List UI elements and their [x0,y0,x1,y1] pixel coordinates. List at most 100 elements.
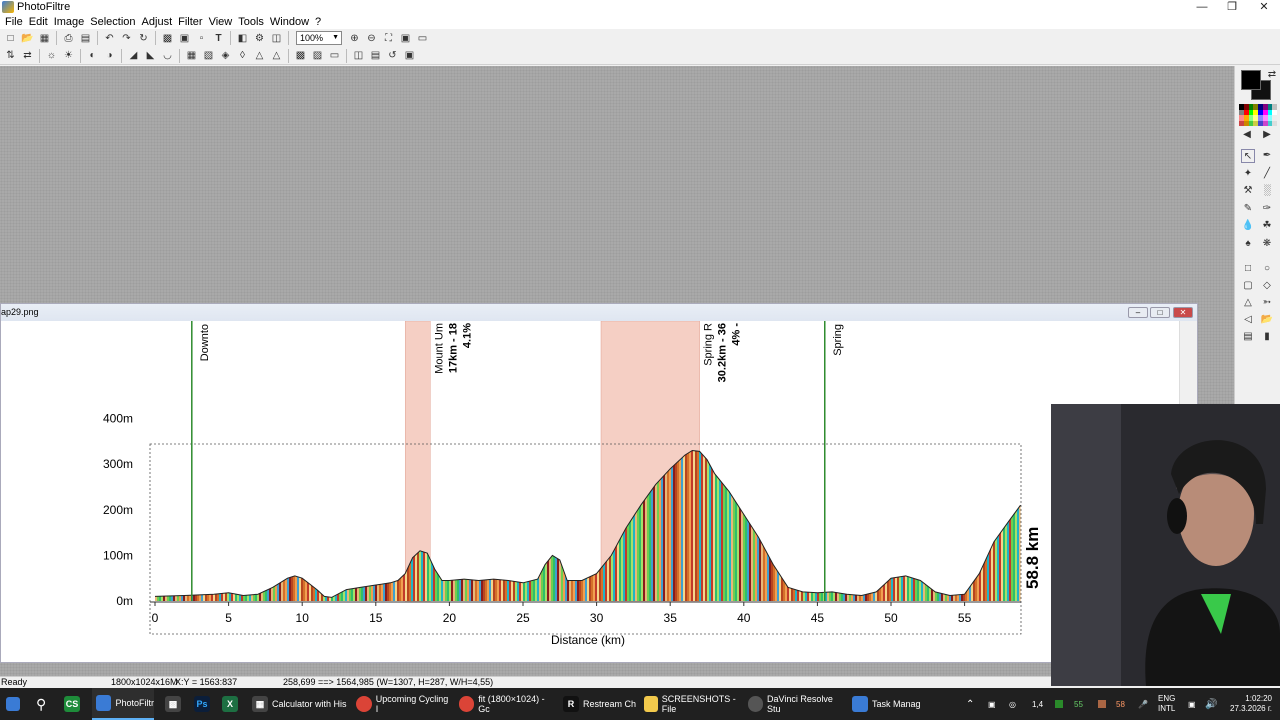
selection-options-icon[interactable]: ▤ [1241,330,1255,344]
rectangle-select-icon[interactable]: □ [1241,262,1255,276]
blur-tool-icon[interactable]: 💧 [1241,219,1255,233]
clock[interactable]: 1:02:20 27.3.2026 г. [1222,688,1272,720]
eyedropper-tool-icon[interactable]: ✒ [1260,149,1274,163]
auto-levels-icon[interactable]: ⇅ [2,48,19,64]
menu-help[interactable]: ? [312,16,324,28]
open-selection-icon[interactable]: 📂 [1260,313,1274,327]
foreground-color-swatch[interactable] [1241,70,1261,90]
rotate-icon[interactable]: ↺ [384,48,401,64]
flip-vertical-icon[interactable]: ▤ [367,48,384,64]
menu-selection[interactable]: Selection [87,16,138,28]
negative-icon[interactable]: ▭ [326,48,343,64]
zoom-select[interactable]: 100% ▼ [296,31,342,45]
blur-more-icon[interactable]: △ [268,48,285,64]
contrast-down-icon[interactable]: ◐ [84,48,101,64]
print-icon[interactable]: ⎙ [60,30,77,46]
minimize-button[interactable]: — [1186,0,1218,14]
zoom-in-icon[interactable]: ⊕ [346,30,363,46]
palette-next-icon[interactable]: ▶ [1260,128,1274,142]
repeat-icon[interactable]: ↻ [135,30,152,46]
start-button[interactable] [6,688,24,720]
clone-stamp-tool-icon[interactable]: ♠ [1241,237,1255,251]
taskbar-item-photoshop[interactable]: Ps [194,688,214,720]
brush-tool-icon[interactable]: ✎ [1241,202,1255,216]
window-icon[interactable]: ◫ [268,30,285,46]
taskbar-item-task-manager[interactable]: Task Manag [852,688,922,720]
grayscale-icon[interactable]: ▦ [183,48,200,64]
magic-wand-tool-icon[interactable]: ✦ [1241,167,1255,181]
fill-tool-icon[interactable]: ⚒ [1241,184,1255,198]
display-icon[interactable]: ▣ [1188,688,1196,720]
new-icon[interactable]: □ [2,30,19,46]
taskbar-item-calculator[interactable]: ▦ Calculator with His [252,688,348,720]
paste-icon[interactable]: ▣ [176,30,193,46]
volume-icon[interactable]: 🔊 [1205,688,1217,720]
menu-filter[interactable]: Filter [175,16,205,28]
paste-new-icon[interactable]: ▫ [193,30,210,46]
hue-icon[interactable]: ▨ [309,48,326,64]
taskbar-item-upcoming-cycling[interactable]: Upcoming Cycling I [356,688,452,720]
sharpen-more-icon[interactable]: △ [251,48,268,64]
plugin-icon[interactable]: ⚙ [251,30,268,46]
taskbar-item-excel[interactable]: X [222,688,242,720]
tray-network-icon[interactable]: ◎ [1009,688,1016,720]
rounded-rect-select-icon[interactable]: ▢ [1241,279,1255,293]
close-button[interactable]: ✕ [1248,0,1280,14]
lasso-select-icon[interactable]: ➳ [1260,296,1274,310]
smudge-tool-icon[interactable]: ☘ [1260,219,1274,233]
menu-image[interactable]: Image [51,16,88,28]
menu-edit[interactable]: Edit [26,16,51,28]
search-icon[interactable]: ⚲ [36,688,46,720]
saturation-down-icon[interactable]: ◢ [125,48,142,64]
swap-colors-icon[interactable]: ⇄ [1265,68,1279,82]
auto-contrast-icon[interactable]: ⇄ [19,48,36,64]
advanced-brush-tool-icon[interactable]: ✑ [1260,202,1274,216]
brightness-down-icon[interactable]: ☼ [43,48,60,64]
ellipse-select-icon[interactable]: ○ [1260,262,1274,276]
transform-icon[interactable]: ◧ [234,30,251,46]
menu-window[interactable]: Window [267,16,312,28]
brightness-up-icon[interactable]: ☀ [60,48,77,64]
fullscreen-icon[interactable]: ▭ [414,30,431,46]
palette-prev-icon[interactable]: ◀ [1240,128,1254,142]
csharp-app-button[interactable]: CS [64,688,84,720]
diamond-select-icon[interactable]: ◇ [1260,279,1274,293]
zoom-out-icon[interactable]: ⊖ [363,30,380,46]
image-canvas[interactable]: Downto Spring Mount Um 17km - 18 4.1% Spring … [1,321,1179,661]
sharpen-icon[interactable]: ◊ [234,48,251,64]
menu-view[interactable]: View [206,16,236,28]
image-minimize-button[interactable]: – [1128,307,1148,318]
pointer-tool-icon[interactable]: ↖ [1241,149,1255,163]
open-icon[interactable]: 📂 [19,30,36,46]
taskbar-item-restream[interactable]: R Restream Ch [563,688,637,720]
image-close-button[interactable]: ✕ [1173,307,1193,318]
sepia-icon[interactable]: ▧ [200,48,217,64]
image-window-title-bar[interactable]: ap29.png – □ ✕ [1,304,1197,321]
line-tool-icon[interactable]: ╱ [1260,167,1274,181]
triangle-select-icon[interactable]: △ [1241,296,1255,310]
menu-adjust[interactable]: Adjust [139,16,176,28]
pattern-tool-icon[interactable]: ❋ [1260,237,1274,251]
undo-icon[interactable]: ↶ [101,30,118,46]
selection-info-icon[interactable]: ▮ [1260,330,1274,344]
taskbar-item-fit[interactable]: fit (1800×1024) - Gc [459,688,555,720]
scan-icon[interactable]: ▤ [77,30,94,46]
taskbar-item-clapper[interactable]: ▩ [165,688,185,720]
menu-file[interactable]: File [2,16,26,28]
flip-horizontal-icon[interactable]: ◫ [350,48,367,64]
tray-app-icon[interactable]: ▣ [988,688,996,720]
blur-icon[interactable]: ◈ [217,48,234,64]
contrast-up-icon[interactable]: ◑ [101,48,118,64]
redo-icon[interactable]: ↷ [118,30,135,46]
color-balance-icon[interactable]: ▩ [292,48,309,64]
resize-icon[interactable]: ▣ [401,48,418,64]
spray-tool-icon[interactable]: ░ [1260,184,1274,198]
color-palette[interactable] [1239,104,1277,126]
text-icon[interactable]: T [210,30,227,46]
save-icon[interactable]: ▦ [36,30,53,46]
polygon-select-icon[interactable]: ◁ [1241,313,1255,327]
restore-button[interactable]: ❐ [1216,0,1248,14]
language-indicator[interactable]: ENG INTL [1158,688,1175,720]
taskbar-item-screenshots-folder[interactable]: SCREENSHOTS - File [644,688,740,720]
fit-window-icon[interactable]: ▣ [397,30,414,46]
